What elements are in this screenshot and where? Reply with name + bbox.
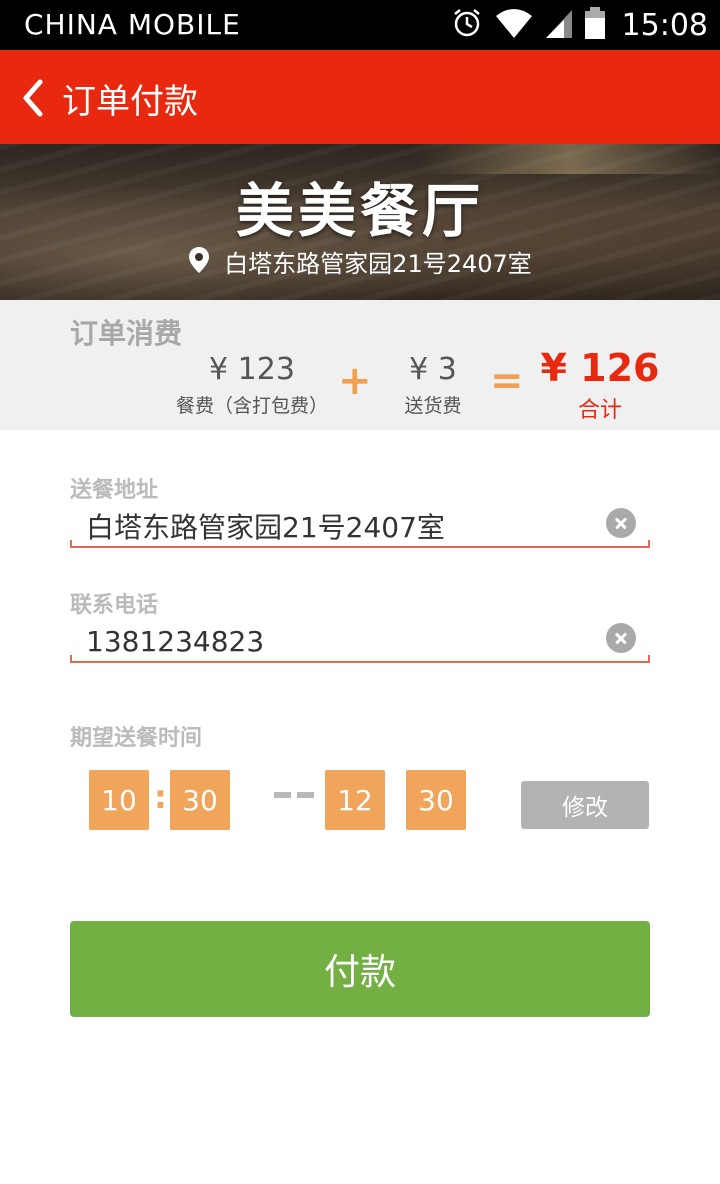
pay-button[interactable]: 付款	[70, 921, 650, 1017]
end-minute[interactable]: 30	[406, 770, 466, 830]
status-bar: CHINA MOBILE 15:08	[0, 0, 720, 50]
page-title: 订单付款	[62, 82, 198, 122]
start-minute[interactable]: 30	[170, 770, 230, 830]
chevron-left-icon	[23, 79, 43, 117]
total-label: 合计	[577, 398, 622, 423]
equals-sign: =	[490, 358, 524, 404]
restaurant-address-row: 白塔东路管家园21号2407室	[0, 244, 720, 279]
delivery-fee-value: ¥ 3	[409, 352, 457, 387]
total-value: ¥ 126	[540, 346, 660, 390]
app-header: 订单付款	[0, 50, 720, 144]
back-button[interactable]	[18, 76, 58, 120]
wifi-icon	[494, 6, 534, 44]
start-hour[interactable]: 10	[89, 770, 149, 830]
food-fee-label: 餐费（含打包费）	[175, 395, 328, 417]
order-summary-title: 订单消费	[70, 317, 183, 350]
carrier-name: CHINA MOBILE	[24, 8, 241, 41]
clock: 15:08	[621, 7, 708, 43]
alarm-icon	[450, 6, 484, 44]
time-range-dash	[274, 792, 314, 806]
delivery-fee-label: 送货费	[404, 395, 462, 417]
food-fee: ¥ 123 餐费（含打包费）	[172, 352, 332, 418]
modify-time-button[interactable]: 修改	[521, 781, 649, 829]
restaurant-name: 美美餐厅	[235, 177, 484, 245]
address-label: 送餐地址	[70, 478, 159, 503]
phone-field	[70, 621, 650, 663]
status-icons: 15:08	[450, 6, 708, 44]
clear-phone-button[interactable]	[606, 623, 636, 653]
phone-label: 联系电话	[70, 593, 159, 618]
address-field	[70, 506, 650, 548]
restaurant-address: 白塔东路管家园21号2407室	[224, 250, 532, 278]
battery-icon	[584, 6, 606, 44]
map-pin-icon	[188, 246, 210, 278]
signal-icon	[544, 6, 574, 44]
delivery-fee: ¥ 3 送货费	[393, 352, 473, 418]
food-fee-value: ¥ 123	[209, 352, 295, 387]
phone-input[interactable]	[86, 621, 596, 661]
address-input[interactable]	[86, 506, 596, 546]
time-colon: :	[154, 778, 167, 816]
restaurant-banner: 美美餐厅 白塔东路管家园21号2407室	[0, 144, 720, 300]
delivery-time-label: 期望送餐时间	[70, 726, 203, 751]
clear-address-button[interactable]	[606, 508, 636, 538]
order-total: ¥ 126 合计	[540, 346, 660, 424]
end-hour[interactable]: 12	[325, 770, 385, 830]
order-summary: 订单消费 ¥ 123 餐费（含打包费） + ¥ 3 送货费 = ¥ 126 合计	[0, 300, 720, 430]
plus-sign: +	[338, 358, 372, 404]
